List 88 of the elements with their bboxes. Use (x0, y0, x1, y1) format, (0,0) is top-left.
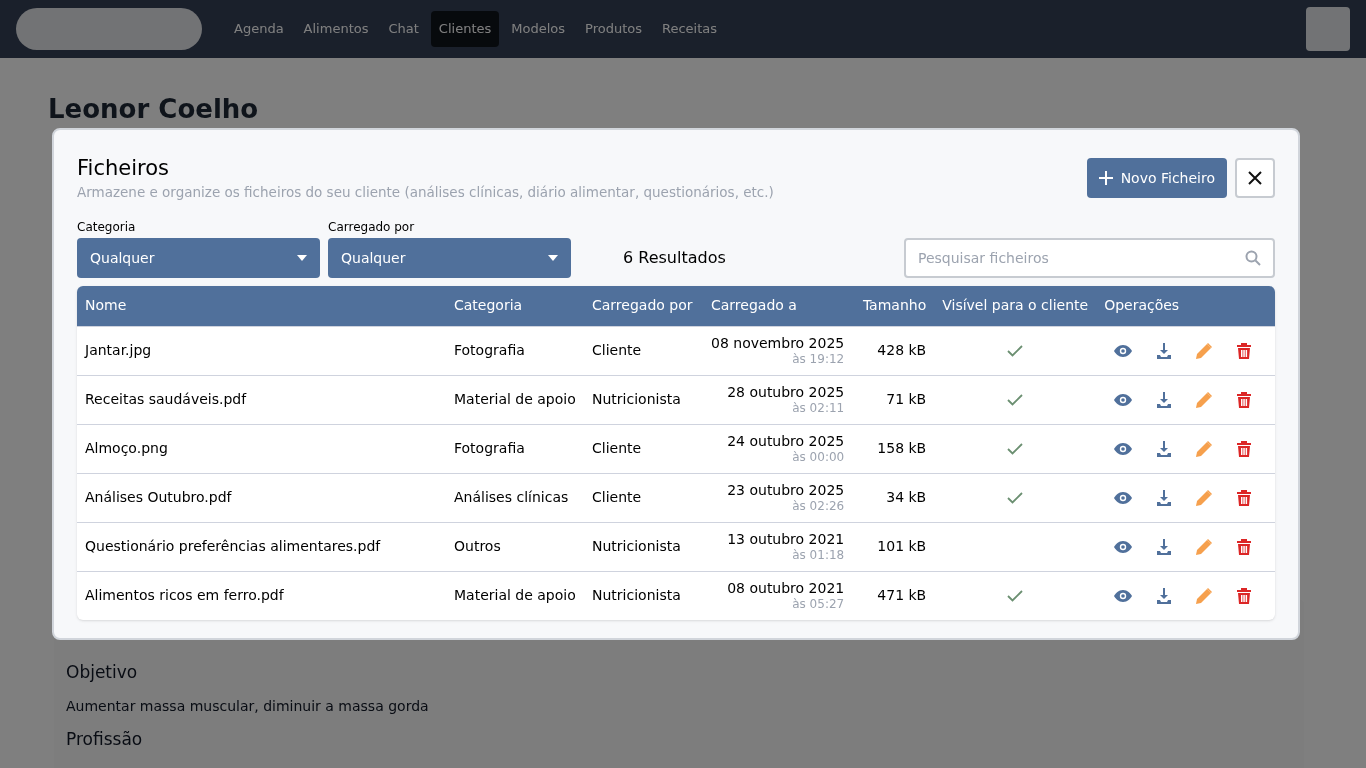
column-header: Tamanho (852, 286, 935, 326)
filter-dropdown[interactable]: Qualquer (77, 238, 320, 278)
table-cell: Questionário preferências alimentares.pdf (77, 522, 446, 571)
table-cell: 158 kB (852, 424, 935, 473)
filter-label: Categoria (77, 219, 137, 236)
table-cell: Nutricionista (584, 571, 703, 620)
caret-icon (297, 255, 307, 261)
table-cell: Receitas saudáveis.pdf (77, 375, 446, 424)
date-text: 13 outubro 2021 (726, 530, 845, 547)
trash-icon[interactable] (1237, 342, 1251, 359)
search-field[interactable]: Pesquisar ficheiros (904, 238, 1275, 278)
download-icon[interactable] (1157, 342, 1172, 359)
time-text: às 01:18 (791, 546, 845, 563)
trash-icon[interactable] (1237, 489, 1251, 506)
client-name: Leonor Coelho (48, 93, 260, 126)
filter-label: Carregado por (328, 219, 416, 236)
download-icon[interactable] (1157, 391, 1172, 408)
trash-icon[interactable] (1237, 587, 1251, 604)
nav-link[interactable]: Agenda (226, 11, 292, 47)
table-cell: 471 kB (852, 571, 935, 620)
download-icon[interactable] (1157, 489, 1172, 506)
plus-icon (1098, 171, 1113, 185)
nav-link[interactable]: Alimentos (295, 11, 377, 47)
column-header: Carregado a (703, 286, 853, 326)
filter-dropdown[interactable]: Qualquer (328, 238, 571, 278)
nav-link[interactable]: Modelos (503, 11, 573, 47)
table-cell: Fotografia (446, 326, 584, 375)
table-cell: Nutricionista (584, 522, 703, 571)
trash-icon[interactable] (1237, 440, 1251, 457)
table-cell: 34 kB (852, 473, 935, 522)
section-heading: Objetivo (66, 661, 139, 684)
new-file-button[interactable]: Novo Ficheiro (1086, 158, 1227, 198)
download-icon[interactable] (1157, 587, 1172, 604)
eye-icon[interactable] (1114, 393, 1133, 406)
eye-icon[interactable] (1114, 589, 1133, 602)
time-text: às 05:27 (791, 595, 845, 612)
column-header: Categoria (446, 286, 584, 326)
nav-link[interactable]: Produtos (577, 11, 650, 47)
table-cell: 428 kB (852, 326, 935, 375)
table-cell: Outros (446, 522, 584, 571)
column-header: Carregado por (584, 286, 703, 326)
section-text: Aumentar massa muscular, diminuir a massa gorda (66, 696, 429, 716)
table-cell: Material de apoio (446, 375, 584, 424)
nav-link[interactable]: Clientes (430, 11, 500, 47)
table-cell: Cliente (584, 326, 703, 375)
caret-icon (548, 255, 558, 261)
results-count: 6 Resultados (623, 247, 726, 269)
eye-icon[interactable] (1114, 344, 1133, 357)
table-cell: Análises clínicas (446, 473, 584, 522)
table-cell: Jantar.jpg (77, 326, 446, 375)
time-text: às 02:26 (791, 497, 845, 514)
eye-icon[interactable] (1114, 491, 1133, 504)
table-cell: Alimentos ricos em ferro.pdf (77, 571, 446, 620)
table-cell: Almoço.png (77, 424, 446, 473)
download-icon[interactable] (1157, 440, 1172, 457)
dialog-subtitle: Armazene e organize os ficheiros do seu cliente (análises clínicas, diário alimentar, questionários, etc.) (77, 183, 775, 202)
time-text: às 00:00 (791, 448, 845, 465)
table-cell: Cliente (584, 424, 703, 473)
search-icon (1245, 250, 1261, 266)
table-cell: Fotografia (446, 424, 584, 473)
column-header: Operações (1096, 286, 1275, 326)
trash-icon[interactable] (1237, 391, 1251, 408)
section-heading: Profissão (66, 727, 144, 751)
column-header: Nome (77, 286, 446, 326)
close-button[interactable] (1235, 158, 1275, 198)
date-text: 24 outubro 2025 (726, 432, 845, 449)
table-cell: Cliente (584, 473, 703, 522)
time-text: às 02:11 (791, 399, 845, 416)
download-icon[interactable] (1157, 538, 1172, 555)
close-icon (1248, 171, 1262, 185)
trash-icon[interactable] (1237, 538, 1251, 555)
date-text: 23 outubro 2025 (726, 481, 845, 498)
table-cell: 101 kB (852, 522, 935, 571)
table-cell: Análises Outubro.pdf (77, 473, 446, 522)
logo[interactable] (16, 8, 202, 50)
table-cell: Material de apoio (446, 571, 584, 620)
column-header: Visível para o cliente (934, 286, 1097, 326)
dialog-title: Ficheiros (77, 155, 170, 182)
table-cell: Nutricionista (584, 375, 703, 424)
nav-link[interactable]: Receitas (653, 11, 725, 47)
date-text: 28 outubro 2025 (726, 383, 845, 400)
date-text: 08 outubro 2021 (726, 579, 845, 596)
table-cell: 71 kB (852, 375, 935, 424)
nav-link[interactable]: Chat (380, 11, 427, 47)
time-text: às 19:12 (791, 350, 845, 367)
date-text: 08 novembro 2025 (711, 334, 845, 351)
eye-icon[interactable] (1114, 540, 1133, 553)
eye-icon[interactable] (1114, 442, 1133, 455)
